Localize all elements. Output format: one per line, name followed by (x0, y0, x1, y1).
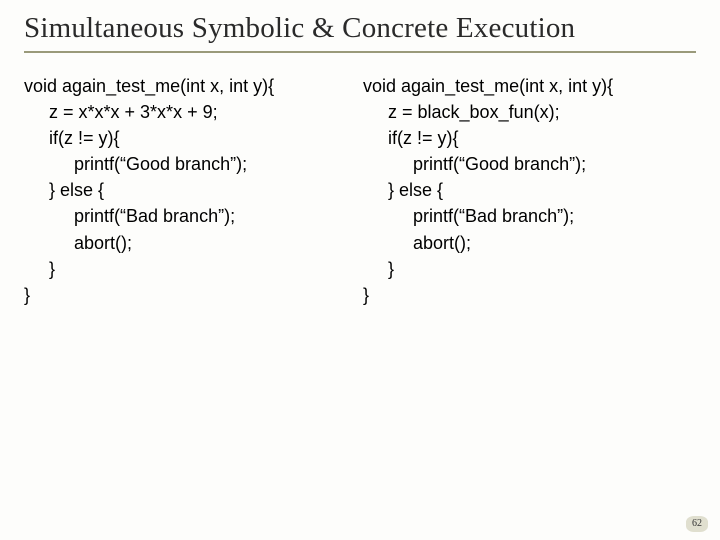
code-line: } else { (363, 180, 443, 200)
code-line: } (363, 259, 394, 279)
code-line: printf(“Good branch”); (363, 154, 586, 174)
code-line: void again_test_me(int x, int y){ (363, 76, 613, 96)
code-line: printf(“Bad branch”); (24, 206, 235, 226)
code-line: } (24, 285, 30, 305)
code-right: void again_test_me(int x, int y){ z = bl… (363, 73, 696, 308)
code-columns: void again_test_me(int x, int y){ z = x*… (24, 73, 696, 308)
code-line: printf(“Bad branch”); (363, 206, 574, 226)
code-line: abort(); (363, 233, 471, 253)
code-line: if(z != y){ (363, 128, 459, 148)
code-line: } (24, 259, 55, 279)
code-line: z = x*x*x + 3*x*x + 9; (24, 102, 218, 122)
code-line: } (363, 285, 369, 305)
slide: Simultaneous Symbolic & Concrete Executi… (0, 0, 720, 540)
code-left: void again_test_me(int x, int y){ z = x*… (24, 73, 357, 308)
code-line: void again_test_me(int x, int y){ (24, 76, 274, 96)
code-line: if(z != y){ (24, 128, 120, 148)
code-line: z = black_box_fun(x); (363, 102, 560, 122)
code-line: abort(); (24, 233, 132, 253)
page-number: 62 (686, 516, 708, 532)
slide-title: Simultaneous Symbolic & Concrete Executi… (24, 12, 696, 53)
code-line: } else { (24, 180, 104, 200)
code-line: printf(“Good branch”); (24, 154, 247, 174)
